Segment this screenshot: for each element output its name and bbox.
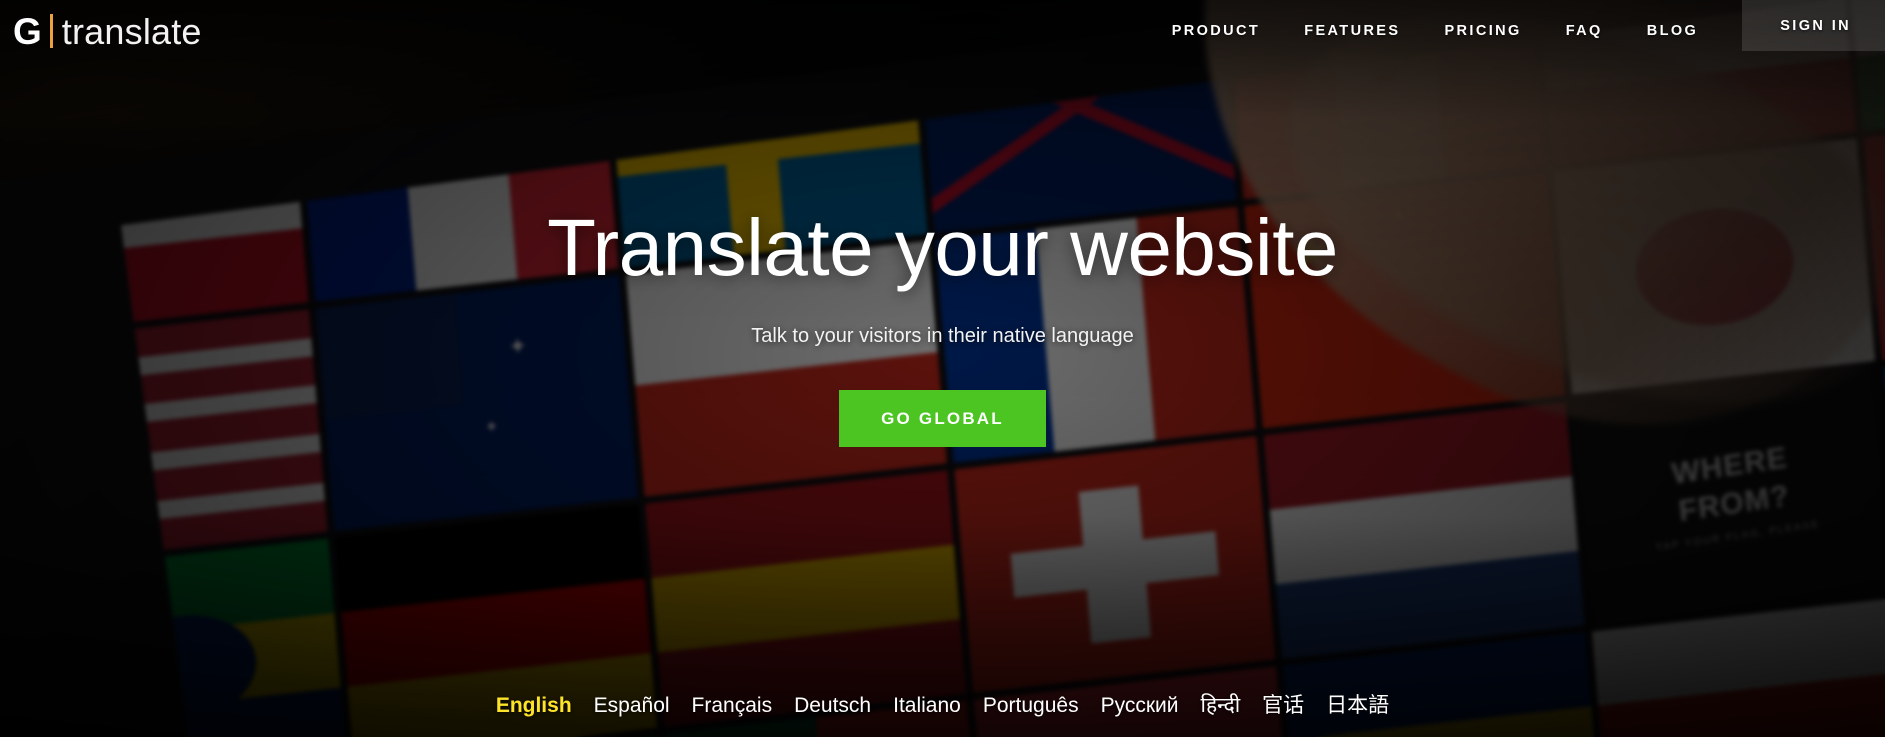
language-option-mandarin[interactable]: 官话 — [1251, 689, 1315, 719]
nav-product[interactable]: PRODUCT — [1150, 23, 1283, 39]
nav-pricing[interactable]: PRICING — [1422, 23, 1543, 39]
logo[interactable]: G translate — [13, 10, 202, 53]
language-option-hindi[interactable]: हिन्दी — [1190, 691, 1252, 719]
logo-mark: G — [13, 10, 42, 52]
site-header: G translate PRODUCT FEATURES PRICING FAQ… — [0, 0, 1885, 62]
logo-separator — [49, 13, 53, 48]
language-option-english[interactable]: English — [485, 694, 583, 718]
hero-subtitle: Talk to your visitors in their native la… — [751, 324, 1134, 347]
logo-wordmark: translate — [61, 10, 202, 52]
language-option-espanol[interactable]: Español — [583, 694, 681, 718]
sign-in-button[interactable]: SIGN IN — [1742, 0, 1885, 51]
go-global-button[interactable]: GO GLOBAL — [839, 389, 1046, 447]
language-option-deutsch[interactable]: Deutsch — [783, 694, 882, 718]
main-nav: PRODUCT FEATURES PRICING FAQ BLOG SIGN I… — [1150, 0, 1885, 62]
language-option-portugues[interactable]: Português — [972, 694, 1090, 718]
nav-faq[interactable]: FAQ — [1544, 23, 1625, 39]
sign-in-link[interactable]: SIGN IN — [1780, 18, 1851, 34]
language-option-japanese[interactable]: 日本語 — [1315, 689, 1400, 719]
language-option-italiano[interactable]: Italiano — [882, 694, 972, 718]
nav-features[interactable]: FEATURES — [1282, 23, 1422, 39]
nav-blog[interactable]: BLOG — [1625, 23, 1721, 39]
hero-copy-block: Translate your website Talk to your visi… — [0, 203, 1885, 447]
language-option-russian[interactable]: Русский — [1090, 694, 1190, 718]
language-switcher: English Español Français Deutsch Italian… — [0, 689, 1885, 719]
page-title: Translate your website — [547, 203, 1338, 292]
hero-section: ★ ✦ ✦ — [0, 0, 1885, 737]
hero-content: G translate PRODUCT FEATURES PRICING FAQ… — [0, 0, 1885, 737]
language-option-francais[interactable]: Français — [681, 694, 784, 718]
